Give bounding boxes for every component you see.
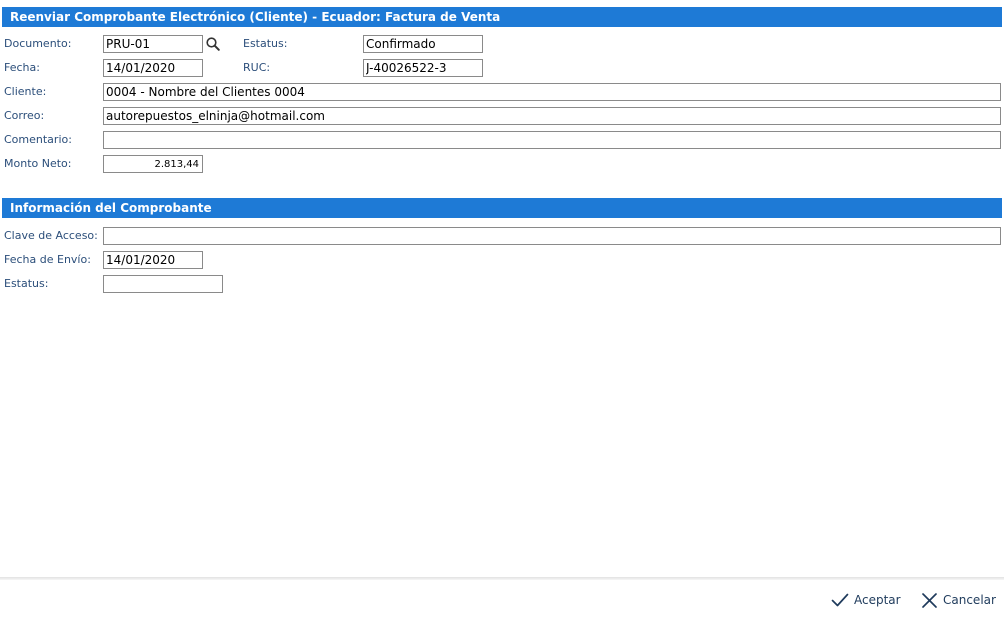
ruc-field[interactable] xyxy=(363,59,483,77)
documento-field[interactable] xyxy=(103,35,203,53)
correo-label: Correo: xyxy=(4,109,45,122)
cancel-button[interactable]: Cancelar xyxy=(921,589,996,611)
ruc-label: RUC: xyxy=(243,61,271,74)
accept-button[interactable]: Aceptar xyxy=(831,589,901,611)
cliente-field[interactable] xyxy=(103,83,1001,101)
clave-acceso-field[interactable] xyxy=(103,227,1001,245)
footer-divider xyxy=(0,577,1004,580)
cliente-label: Cliente: xyxy=(4,85,47,98)
clave-acceso-label: Clave de Acceso: xyxy=(4,229,98,242)
monto-neto-label: Monto Neto: xyxy=(4,157,72,170)
search-icon[interactable] xyxy=(205,36,221,52)
comprobante-estatus-label: Estatus: xyxy=(4,277,49,290)
comprobante-estatus-field[interactable] xyxy=(103,275,223,293)
close-icon xyxy=(921,592,938,609)
page: Reenviar Comprobante Electrónico (Client… xyxy=(0,0,1004,620)
comprobante-section-title: Información del Comprobante xyxy=(2,198,1002,218)
fecha-envio-label: Fecha de Envío: xyxy=(4,253,91,266)
estatus-field[interactable] xyxy=(363,35,483,53)
cancel-label: Cancelar xyxy=(943,593,996,607)
fecha-field[interactable] xyxy=(103,59,203,77)
fecha-label: Fecha: xyxy=(4,61,40,74)
estatus-label: Estatus: xyxy=(243,37,288,50)
comentario-field[interactable] xyxy=(103,131,1001,149)
check-icon xyxy=(831,592,849,608)
form-title: Reenviar Comprobante Electrónico (Client… xyxy=(2,7,1002,27)
comentario-label: Comentario: xyxy=(4,133,72,146)
fecha-envio-field[interactable] xyxy=(103,251,203,269)
documento-label: Documento: xyxy=(4,37,72,50)
correo-field[interactable] xyxy=(103,107,1001,125)
accept-label: Aceptar xyxy=(854,593,901,607)
monto-neto-field[interactable] xyxy=(103,155,203,173)
